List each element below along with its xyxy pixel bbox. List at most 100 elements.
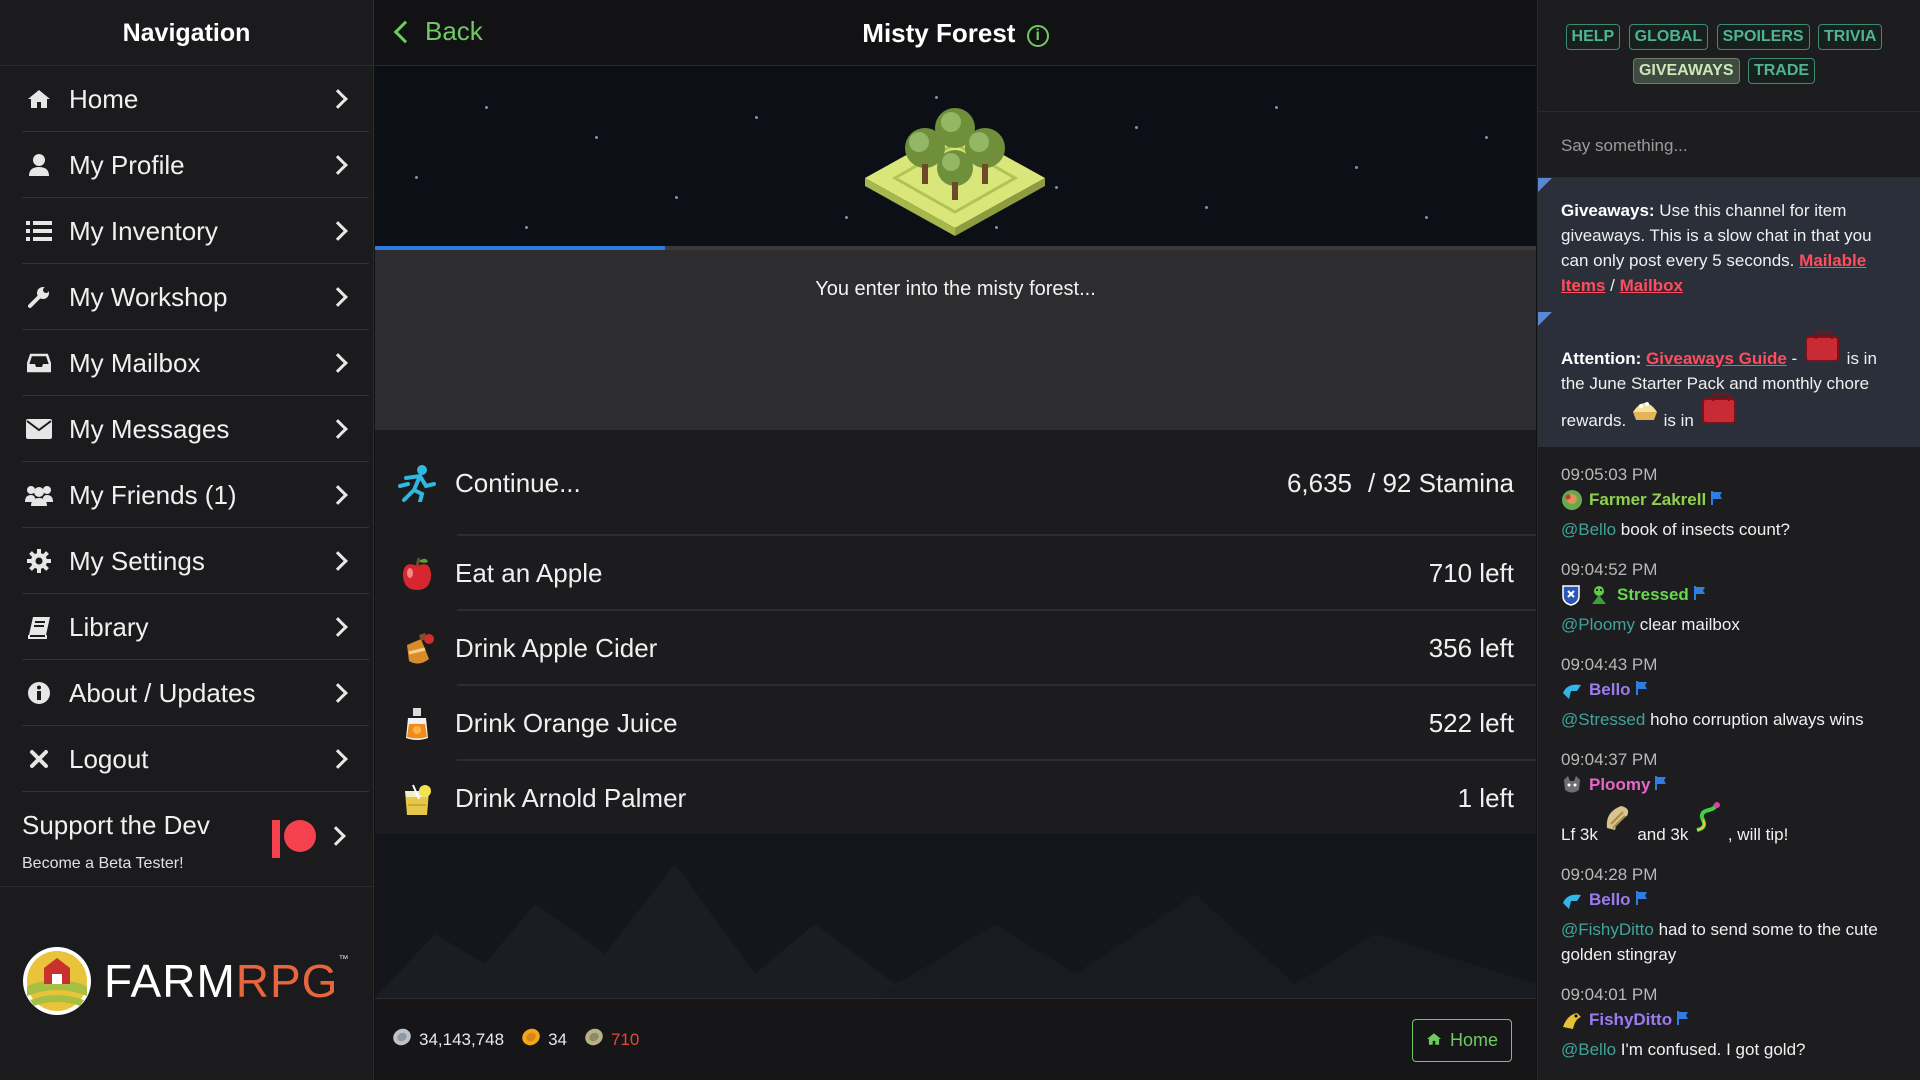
message-user[interactable]: Bello — [1561, 679, 1906, 701]
flag-icon[interactable] — [1635, 890, 1648, 910]
chat-message: 09:04:52 PM Stressed @Ploomy clear mailb… — [1561, 560, 1906, 637]
mention-link[interactable]: @Stressed — [1561, 710, 1645, 729]
message-text: Lf 3k and 3k , will tip! — [1561, 802, 1906, 847]
message-user[interactable]: Ploomy — [1561, 774, 1906, 796]
users-icon — [24, 480, 54, 510]
message-time: 09:04:37 PM — [1561, 750, 1658, 769]
drink-arnold-palmer-action[interactable]: Drink Arnold Palmer 1 left — [375, 761, 1536, 836]
flag-icon[interactable] — [1693, 585, 1706, 605]
action-list: Continue... 6,635 / 92 Stamina Eat an App… — [375, 430, 1536, 836]
avatar — [1561, 679, 1583, 701]
sidebar-item-mailbox[interactable]: My Mailbox — [0, 330, 373, 396]
tab-help[interactable]: HELP — [1565, 24, 1621, 50]
notice-separator: / — [1610, 276, 1615, 295]
chat-messages: 09:05:03 PM Farmer Zakrell @Bello book o… — [1538, 447, 1920, 1062]
sidebar-item-messages[interactable]: My Messages — [0, 396, 373, 462]
mention-link[interactable]: @Bello — [1561, 520, 1616, 539]
gear-icon — [24, 546, 54, 576]
page-title: Misty Forest i — [375, 18, 1536, 49]
mailbox-link[interactable]: Mailbox — [1620, 276, 1683, 295]
eat-apple-action[interactable]: Eat an Apple 710 left — [375, 536, 1536, 611]
farm-logo-icon — [23, 947, 91, 1015]
message-text: @Stressed hoho corruption always wins — [1561, 707, 1906, 732]
home-icon — [1426, 1030, 1442, 1051]
message-text: @Bello book of insects count? — [1561, 517, 1906, 542]
username: Ploomy — [1589, 775, 1651, 794]
chevron-right-icon — [328, 221, 348, 241]
chevron-right-icon — [328, 353, 348, 373]
sidebar-item-home[interactable]: Home — [0, 66, 373, 132]
sidebar-item-friends[interactable]: My Friends (1) — [0, 462, 373, 528]
progress-fill — [375, 246, 666, 250]
sidebar-item-label: Home — [69, 83, 139, 114]
tab-global[interactable]: GLOBAL — [1628, 24, 1709, 50]
item-larva-icon[interactable] — [1603, 806, 1633, 844]
continue-action[interactable]: Continue... 6,635 / 92 Stamina — [375, 430, 1536, 536]
toolbox-icon[interactable] — [1701, 393, 1736, 424]
tab-trade[interactable]: TRADE — [1747, 58, 1816, 84]
chat-message: 09:05:03 PM Farmer Zakrell @Bello book o… — [1561, 465, 1906, 542]
message-text: @FishyDitto had to send some to the cute… — [1561, 917, 1906, 967]
cider-icon — [397, 629, 437, 669]
list-icon — [24, 216, 54, 246]
brand-tm: ™ — [338, 954, 350, 965]
flag-icon[interactable] — [1711, 490, 1723, 510]
giveaways-guide-link[interactable]: Giveaways Guide — [1646, 349, 1787, 368]
home-button[interactable]: Home — [1412, 1019, 1512, 1062]
drink-orange-juice-action[interactable]: Drink Orange Juice 522 left — [375, 686, 1536, 761]
silver-stat: 34,143,748 — [391, 1026, 504, 1053]
sidebar-item-about[interactable]: About / Updates — [0, 660, 373, 726]
tab-giveaways[interactable]: GIVEAWAYS — [1632, 58, 1740, 84]
message-user[interactable]: Bello — [1561, 889, 1906, 911]
silver-coin-icon — [391, 1026, 413, 1053]
sidebar: Navigation Home My Profile My Inventory … — [0, 0, 374, 1080]
sidebar-title: Navigation — [0, 0, 373, 66]
mention-link[interactable]: @Bello — [1561, 1040, 1616, 1059]
message-user[interactable]: Stressed — [1561, 584, 1906, 606]
tab-spoilers[interactable]: SPOILERS — [1716, 24, 1810, 50]
bottom-bar: 34,143,748 34 710 Home — [375, 998, 1536, 1080]
attention-dash: - — [1791, 349, 1798, 368]
home-icon — [24, 84, 54, 114]
runner-icon — [397, 463, 437, 503]
chevron-right-icon — [328, 617, 348, 637]
flag-icon[interactable] — [1677, 1010, 1689, 1030]
ancient-coin-icon — [583, 1026, 605, 1053]
sidebar-item-label: My Messages — [69, 413, 230, 444]
support-the-dev-link[interactable]: Support the Dev Become a Beta Tester! — [0, 792, 373, 887]
tab-trivia[interactable]: TRIVIA — [1818, 24, 1883, 50]
brand-wordmark: FARMRPG™ — [104, 954, 349, 1008]
sidebar-item-label: My Profile — [69, 149, 185, 180]
message-user[interactable]: Farmer Zakrell — [1561, 489, 1906, 511]
mention-link[interactable]: @Ploomy — [1561, 615, 1635, 634]
message-body: clear mailbox — [1639, 615, 1740, 634]
notice-corner — [1538, 312, 1552, 326]
message-text: @Ploomy clear mailbox — [1561, 612, 1906, 637]
apple-stat: 710 — [583, 1026, 639, 1053]
drink-apple-cider-action[interactable]: Drink Apple Cider 356 left — [375, 611, 1536, 686]
pie-icon[interactable] — [1631, 402, 1659, 430]
message-body-2: and 3k — [1637, 825, 1689, 844]
chat-input[interactable]: Say something... — [1538, 112, 1920, 178]
sidebar-item-inventory[interactable]: My Inventory — [0, 198, 373, 264]
brand-farm: FARM — [104, 955, 236, 1007]
username: Bello — [1589, 680, 1631, 699]
sidebar-item-profile[interactable]: My Profile — [0, 132, 373, 198]
sidebar-item-logout[interactable]: Logout — [0, 726, 373, 792]
item-worm-icon[interactable] — [1693, 802, 1723, 844]
sidebar-item-settings[interactable]: My Settings — [0, 528, 373, 594]
mention-link[interactable]: @FishyDitto — [1561, 920, 1654, 939]
flag-icon[interactable] — [1655, 775, 1667, 795]
currency-stats: 34,143,748 34 710 — [391, 1026, 655, 1053]
sidebar-item-library[interactable]: Library — [0, 594, 373, 660]
chevron-right-icon — [328, 551, 348, 571]
envelope-icon — [24, 414, 54, 444]
flag-icon[interactable] — [1635, 680, 1648, 700]
sidebar-item-label: My Mailbox — [69, 347, 201, 378]
sidebar-item-workshop[interactable]: My Workshop — [0, 264, 373, 330]
stamina-suffix: / 92 Stamina — [1368, 467, 1514, 498]
chat-message: 09:04:28 PM Bello @FishyDitto had to sen… — [1561, 865, 1906, 967]
message-user[interactable]: FishyDitto — [1561, 1009, 1906, 1031]
toolbox-icon[interactable] — [1804, 331, 1839, 362]
info-icon[interactable]: i — [1026, 25, 1049, 47]
